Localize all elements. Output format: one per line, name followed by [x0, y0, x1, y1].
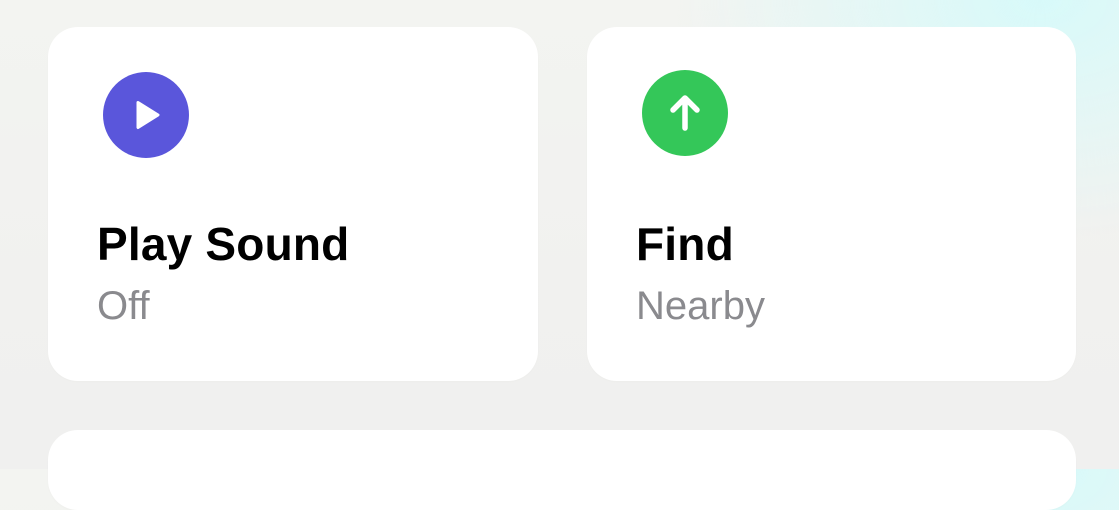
- play-sound-title: Play Sound: [97, 218, 350, 270]
- lower-card: [48, 430, 1076, 510]
- find-status: Nearby: [636, 284, 765, 328]
- play-sound-card[interactable]: Play Sound Off: [48, 27, 538, 381]
- find-card[interactable]: Find Nearby: [587, 27, 1076, 381]
- find-icon-badge: [642, 70, 728, 156]
- arrow-up-icon: [670, 95, 700, 131]
- play-sound-status: Off: [97, 284, 150, 328]
- play-sound-icon-badge: [103, 72, 189, 158]
- play-icon: [136, 101, 160, 129]
- find-title: Find: [636, 218, 734, 270]
